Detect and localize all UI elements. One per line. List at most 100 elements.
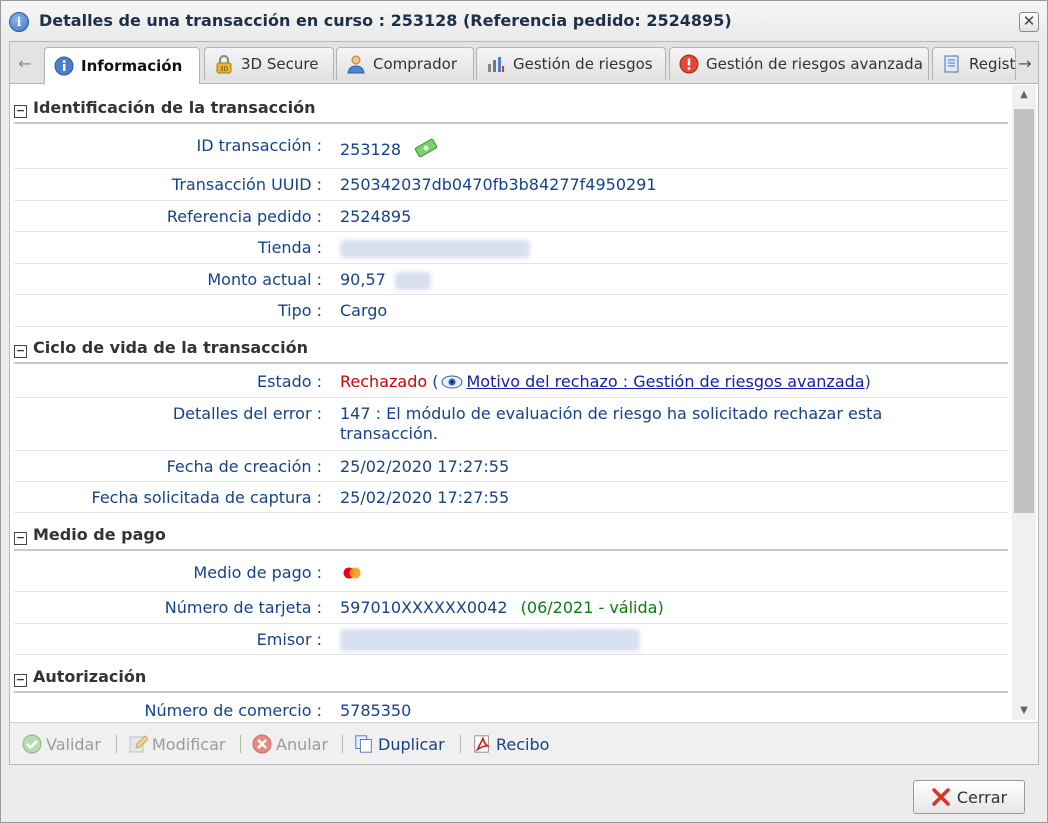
collapse-icon[interactable]: − <box>14 345 27 358</box>
duplicar-button[interactable]: Duplicar <box>354 731 445 757</box>
card-validity: (06/2021 - válida) <box>520 598 664 617</box>
row-fecha-creacion: Fecha de creación : 25/02/2020 17:27:55 <box>14 452 1008 482</box>
field-value: 5785350 <box>340 701 412 720</box>
toolbar-separator <box>342 735 343 753</box>
field-label: Emisor : <box>256 630 322 649</box>
scroll-up-icon[interactable]: ▲ <box>1012 89 1036 100</box>
row-monto: Monto actual : 90,57 <box>14 265 1008 295</box>
info-icon: i <box>9 12 29 32</box>
scrollbar-thumb[interactable] <box>1014 109 1034 513</box>
field-label: Referencia pedido : <box>166 207 322 226</box>
section-identificacion[interactable]: − Identificación de la transacción <box>14 98 1008 124</box>
action-toolbar: Validar Modificar Anular Duplicar Recibo <box>10 722 1038 764</box>
field-label: Monto actual : <box>207 270 322 289</box>
validar-button[interactable]: Validar <box>22 731 101 757</box>
tab-label: Información <box>81 57 183 75</box>
button-label: Cerrar <box>956 787 1008 807</box>
field-label: Fecha de creación : <box>166 457 322 476</box>
field-label: Número de comercio : <box>144 701 322 720</box>
row-tienda: Tienda : <box>14 233 1008 264</box>
tab-scroll-right-icon[interactable]: → <box>1014 50 1036 78</box>
field-value: 147 : El módulo de evaluación de riesgo … <box>340 404 883 443</box>
status-badge: Rechazado <box>340 372 428 391</box>
field-value: Rechazado ( Motivo del rechazo : Gestión… <box>340 372 1000 394</box>
edit-icon <box>128 734 148 754</box>
tab-informacion[interactable]: Información <box>44 47 200 84</box>
tab-gestion-riesgos[interactable]: Gestión de riesgos <box>476 47 666 80</box>
field-value <box>340 565 1000 585</box>
collapse-icon[interactable]: − <box>14 532 27 545</box>
tab-comprador[interactable]: Comprador <box>336 47 474 80</box>
collapse-icon[interactable]: − <box>14 105 27 118</box>
row-numero-comercio: Número de comercio : 5785350 <box>14 696 1008 720</box>
row-uuid: Transacción UUID : 250342037db0470fb3b84… <box>14 170 1008 201</box>
field-value: Cargo <box>340 301 388 320</box>
button-label: Anular <box>276 734 329 754</box>
field-value: 2524895 <box>340 207 412 226</box>
paren-open: ( <box>432 372 439 391</box>
field-value: 25/02/2020 17:27:55 <box>340 488 510 507</box>
field-label: Fecha solicitada de captura : <box>91 488 323 507</box>
tab-scroll-left-icon[interactable]: ← <box>14 50 36 78</box>
field-value: 250342037db0470fb3b84277f4950291 <box>340 175 657 194</box>
tab-label: Gestión de riesgos <box>513 55 653 73</box>
rejection-reason-link[interactable]: Motivo del rechazo : Gestión de riesgos … <box>466 372 864 391</box>
alert-icon <box>678 53 700 75</box>
info-icon <box>53 55 75 77</box>
button-label: Duplicar <box>378 734 445 754</box>
tab-label: 3D Secure <box>241 55 319 73</box>
field-label: Medio de pago : <box>193 563 322 582</box>
button-label: Modificar <box>152 734 226 754</box>
section-medio-de-pago[interactable]: − Medio de pago <box>14 525 1008 551</box>
row-medio-pago: Medio de pago : <box>14 554 1008 592</box>
tab-registro[interactable]: Regist <box>932 47 1016 80</box>
window-title: Detalles de una transacción en curso : 2… <box>39 11 732 30</box>
close-icon <box>931 787 951 807</box>
anular-button[interactable]: Anular <box>252 731 328 757</box>
close-icon[interactable]: ✕ <box>1019 12 1039 32</box>
cerrar-button[interactable]: Cerrar <box>913 780 1025 814</box>
field-value: 597010XXXXXX0042 (06/2021 - válida) <box>340 598 1000 617</box>
row-estado: Estado : Rechazado ( Motivo del rechazo … <box>14 367 1008 398</box>
money-icon[interactable] <box>414 138 438 162</box>
row-detalles-error: Detalles del error : 147 : El módulo de … <box>14 399 1008 451</box>
cancel-icon <box>252 734 272 754</box>
window-titlebar[interactable]: i Detalles de una transacción en curso :… <box>1 1 1047 41</box>
field-value <box>340 629 1000 651</box>
modificar-button[interactable]: Modificar <box>128 731 225 757</box>
section-title: Autorización <box>33 667 147 686</box>
redacted-currency <box>394 271 431 290</box>
section-title: Medio de pago <box>33 525 166 544</box>
collapse-icon[interactable]: − <box>14 674 27 687</box>
tab-label: Regist <box>969 55 1016 73</box>
check-icon <box>22 734 42 754</box>
log-icon <box>941 53 963 75</box>
transaction-id: 253128 <box>340 140 402 159</box>
field-label: Detalles del error : <box>172 404 322 423</box>
toolbar-separator <box>240 735 241 753</box>
field-label: Tipo : <box>277 301 322 320</box>
row-id-transaccion: ID transacción : 253128 <box>14 129 1008 169</box>
card-number: 597010XXXXXX0042 <box>340 598 508 617</box>
field-value: 253128 <box>340 138 1000 162</box>
button-label: Validar <box>46 734 101 754</box>
recibo-button[interactable]: Recibo <box>472 731 549 757</box>
toolbar-separator <box>460 735 461 753</box>
redacted-value <box>340 239 530 258</box>
details-content: − Identificación de la transacción ID tra… <box>10 85 1010 720</box>
field-value <box>340 238 1000 258</box>
vertical-scrollbar[interactable]: ▲ ▼ <box>1012 85 1036 720</box>
tab-label: Gestión de riesgos avanzada <box>706 55 923 73</box>
tab-3d-secure[interactable]: 3D 3D Secure <box>204 47 334 80</box>
tab-label: Comprador <box>373 55 458 73</box>
eye-icon[interactable] <box>440 374 464 394</box>
redacted-value <box>340 629 640 651</box>
tab-gestion-riesgos-avanzada[interactable]: Gestión de riesgos avanzada <box>669 47 929 80</box>
row-numero-tarjeta: Número de tarjeta : 597010XXXXXX0042 (06… <box>14 593 1008 624</box>
section-ciclo-de-vida[interactable]: − Ciclo de vida de la transacción <box>14 338 1008 364</box>
section-autorizacion[interactable]: − Autorización <box>14 667 1008 693</box>
field-label: Tienda : <box>257 238 322 257</box>
field-label: Estado : <box>257 372 322 391</box>
user-icon <box>345 53 367 75</box>
scroll-down-icon[interactable]: ▼ <box>1012 705 1036 716</box>
